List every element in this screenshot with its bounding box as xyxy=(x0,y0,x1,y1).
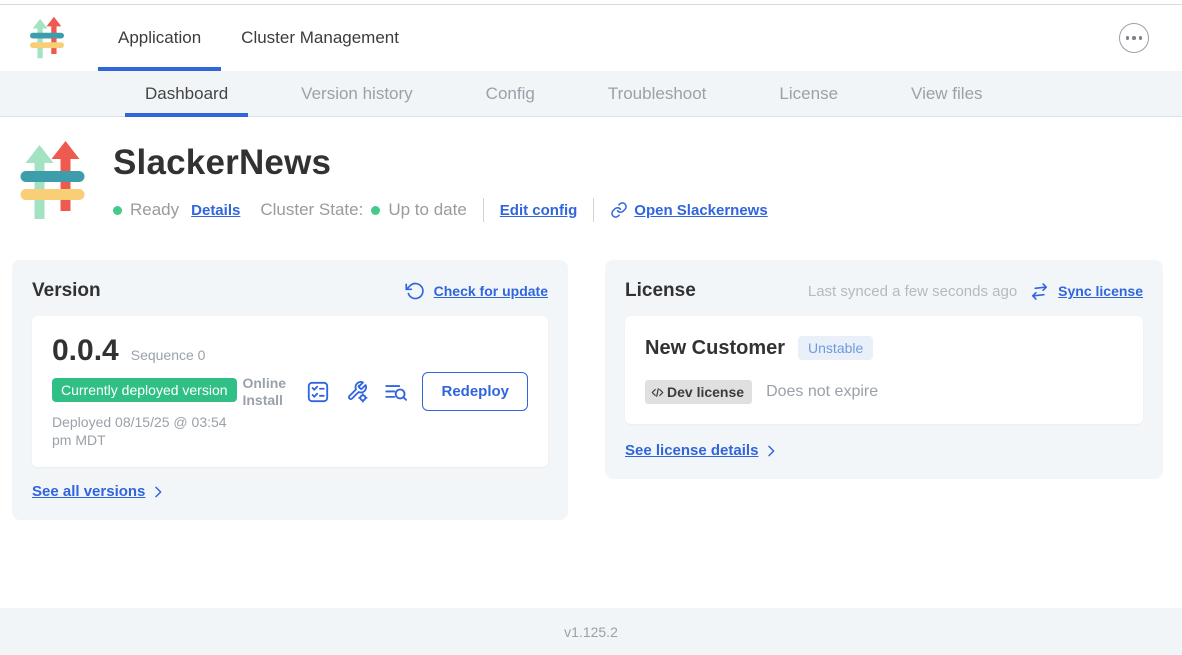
dashboard-content: SlackerNews Ready Details Cluster State:… xyxy=(0,117,1182,608)
external-link-icon xyxy=(610,201,628,219)
deploy-logs-icon[interactable] xyxy=(383,379,409,405)
version-card-title: Version xyxy=(32,280,101,302)
cluster-status-dot xyxy=(371,206,380,215)
sync-license-link[interactable]: Sync license xyxy=(1058,283,1143,299)
check-for-update-link[interactable]: Check for update xyxy=(434,283,548,299)
cluster-state: Cluster State: Up to date xyxy=(260,200,466,220)
primary-nav: Application Cluster Management xyxy=(98,5,419,71)
subtab-license[interactable]: License xyxy=(759,71,858,116)
app-title-block: SlackerNews Ready Details Cluster State:… xyxy=(20,141,1182,222)
code-icon xyxy=(650,385,665,400)
subtab-view-files[interactable]: View files xyxy=(891,71,1003,116)
slackernews-logo-icon xyxy=(30,16,64,60)
app-logo xyxy=(30,5,64,71)
chevron-right-icon xyxy=(763,443,779,459)
last-synced-label: Last synced a few seconds ago xyxy=(808,283,1017,300)
license-panel: New Customer Unstable Dev license Does n… xyxy=(625,316,1143,424)
ready-status-dot xyxy=(113,206,122,215)
cluster-state-label: Cluster State: xyxy=(260,200,363,220)
subtab-version-history[interactable]: Version history xyxy=(281,71,433,116)
more-options-button[interactable] xyxy=(1119,23,1149,53)
license-card: License Last synced a few seconds ago Sy… xyxy=(605,260,1163,479)
preflight-checks-icon[interactable] xyxy=(305,379,331,405)
app-status-label: Ready xyxy=(130,200,179,220)
redeploy-button[interactable]: Redeploy xyxy=(422,372,528,411)
subtab-troubleshoot[interactable]: Troubleshoot xyxy=(588,71,727,116)
install-type-label: Online Install xyxy=(242,375,292,407)
divider xyxy=(593,198,594,222)
version-number: 0.0.4 xyxy=(52,334,119,368)
divider xyxy=(483,198,484,222)
tab-application-label: Application xyxy=(118,28,201,48)
deployed-timestamp: Deployed 08/15/25 @ 03:54 pm MDT xyxy=(52,414,242,449)
tab-cluster-management[interactable]: Cluster Management xyxy=(221,5,419,71)
edit-config-link[interactable]: Edit config xyxy=(500,202,578,219)
customer-name: New Customer xyxy=(645,337,785,360)
app-header-bar: Application Cluster Management xyxy=(0,5,1182,71)
open-app-link[interactable]: Open Slackernews xyxy=(634,202,767,219)
app-status: Ready xyxy=(113,200,179,220)
ellipsis-icon xyxy=(1126,36,1130,40)
deployed-badge: Currently deployed version xyxy=(52,378,237,402)
channel-badge: Unstable xyxy=(798,336,873,360)
app-status-row: Ready Details Cluster State: Up to date … xyxy=(113,198,768,222)
sequence-label: Sequence 0 xyxy=(131,347,206,363)
see-license-details-link[interactable]: See license details xyxy=(625,442,758,459)
tab-cluster-management-label: Cluster Management xyxy=(241,28,399,48)
config-tools-icon[interactable] xyxy=(344,379,370,405)
page-title: SlackerNews xyxy=(113,143,768,183)
current-version-panel: 0.0.4 Sequence 0 Currently deployed vers… xyxy=(32,316,548,467)
see-all-versions-link[interactable]: See all versions xyxy=(32,483,145,500)
console-version: v1.125.2 xyxy=(564,624,618,640)
status-details-link[interactable]: Details xyxy=(191,202,240,219)
subtab-dashboard[interactable]: Dashboard xyxy=(125,71,248,116)
subtab-config[interactable]: Config xyxy=(466,71,555,116)
refresh-icon xyxy=(405,281,425,301)
tab-application[interactable]: Application xyxy=(98,5,221,71)
license-card-title: License xyxy=(625,280,696,302)
cluster-state-value: Up to date xyxy=(388,200,466,220)
license-expiry: Does not expire xyxy=(766,383,878,401)
chevron-right-icon xyxy=(150,484,166,500)
version-card: Version Check for update 0.0.4 Sequ xyxy=(12,260,568,520)
license-type-tag: Dev license xyxy=(645,380,752,404)
app-subnav: Dashboard Version history Config Trouble… xyxy=(0,71,1182,117)
sync-arrows-icon xyxy=(1030,282,1049,301)
slackernews-app-icon xyxy=(20,141,85,221)
console-footer: v1.125.2 xyxy=(0,608,1182,655)
